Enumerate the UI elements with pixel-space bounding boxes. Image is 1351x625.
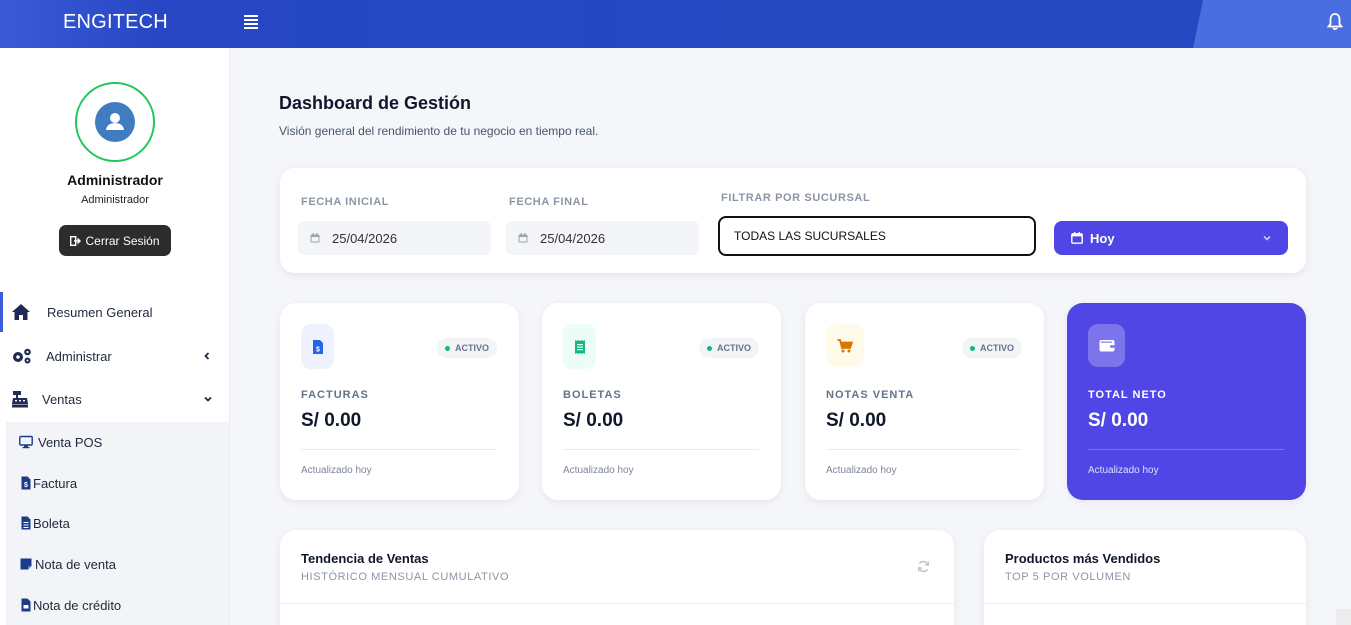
sidebar-item-label: Administrar bbox=[46, 348, 112, 364]
divider bbox=[1088, 449, 1284, 450]
filter-card: FECHA INICIAL 25/04/2026 FECHA FINAL 25/… bbox=[280, 168, 1306, 273]
calendar-icon bbox=[1071, 232, 1083, 244]
sidebar-item-administrar[interactable]: Administrar bbox=[0, 336, 229, 376]
sidebar: Administrador Administrador Cerrar Sesió… bbox=[0, 48, 230, 625]
cogs-icon bbox=[13, 348, 31, 364]
stat-card-boletas: ACTIVO BOLETAS S/ 0.00 Actualizado hoy bbox=[542, 303, 781, 500]
submenu-item-label: Venta POS bbox=[38, 434, 103, 450]
start-date-field[interactable]: 25/04/2026 bbox=[298, 221, 491, 255]
file-icon bbox=[21, 516, 31, 530]
logout-button[interactable]: Cerrar Sesión bbox=[59, 225, 171, 256]
cash-register-icon bbox=[12, 391, 28, 408]
user-role: Administrador bbox=[81, 194, 149, 206]
submenu-item-boleta[interactable]: Boleta bbox=[6, 503, 229, 543]
bell-icon[interactable] bbox=[1327, 13, 1343, 31]
sidebar-item-label: Resumen General bbox=[47, 304, 153, 320]
stat-card-notas-venta: ACTIVO NOTAS VENTA S/ 0.00 Actualizado h… bbox=[805, 303, 1044, 500]
sidebar-item-ventas[interactable]: Ventas bbox=[0, 379, 229, 419]
branch-select[interactable]: TODAS LAS SUCURSALES bbox=[718, 216, 1036, 256]
sidebar-item-resumen-general[interactable]: Resumen General bbox=[0, 292, 229, 332]
page-title: Dashboard de Gestión bbox=[279, 93, 472, 113]
submenu-item-label: Boleta bbox=[33, 515, 70, 531]
status-badge: ACTIVO bbox=[961, 338, 1022, 358]
receipt-icon bbox=[563, 324, 596, 369]
panel-subtitle: HISTÓRICO MENSUAL CUMULATIVO bbox=[301, 571, 510, 583]
status-badge: ACTIVO bbox=[698, 338, 759, 358]
stat-title: TOTAL NETO bbox=[1088, 389, 1167, 401]
stat-footer: Actualizado hoy bbox=[301, 465, 372, 476]
avatar[interactable] bbox=[75, 82, 155, 162]
submenu-item-factura[interactable]: $ Factura bbox=[6, 463, 229, 503]
page-subtitle: Visión general del rendimiento de tu neg… bbox=[279, 124, 599, 138]
end-date-field[interactable]: 25/04/2026 bbox=[506, 221, 699, 255]
invoice-dollar-icon: $ bbox=[301, 324, 334, 369]
stat-card-facturas: $ ACTIVO FACTURAS S/ 0.00 Actualizado ho… bbox=[280, 303, 519, 500]
period-dropdown-button[interactable]: Hoy bbox=[1054, 221, 1288, 255]
start-date-value: 25/04/2026 bbox=[332, 230, 398, 246]
sign-out-icon bbox=[70, 235, 82, 246]
submenu-item-label: Factura bbox=[33, 475, 78, 491]
top-products-panel: Productos más Vendidos TOP 5 POR VOLUMEN bbox=[984, 530, 1306, 625]
panel-title: Productos más Vendidos bbox=[1005, 551, 1161, 566]
svg-text:$: $ bbox=[24, 482, 28, 489]
home-icon bbox=[12, 304, 30, 320]
stat-value: S/ 0.00 bbox=[826, 410, 887, 431]
end-date-label: FECHA FINAL bbox=[509, 196, 589, 208]
status-badge: ACTIVO bbox=[436, 338, 497, 358]
submenu-item-venta-pos[interactable]: Venta POS bbox=[6, 422, 229, 462]
stat-title: NOTAS VENTA bbox=[826, 389, 915, 401]
chevron-down-icon bbox=[1263, 235, 1271, 241]
user-icon bbox=[95, 102, 135, 142]
stat-card-total-neto: TOTAL NETO S/ 0.00 Actualizado hoy bbox=[1067, 303, 1306, 500]
stat-value: S/ 0.00 bbox=[1088, 410, 1149, 431]
stat-footer: Actualizado hoy bbox=[563, 465, 634, 476]
logout-label: Cerrar Sesión bbox=[85, 233, 160, 248]
invoice-icon: $ bbox=[21, 476, 31, 490]
stat-title: FACTURAS bbox=[301, 389, 369, 401]
submenu-item-label: Nota de venta bbox=[35, 556, 116, 572]
divider bbox=[984, 603, 1306, 604]
divider bbox=[280, 603, 954, 604]
cart-icon bbox=[826, 324, 864, 367]
ventas-submenu: Venta POS $ Factura Boleta Nota de venta bbox=[6, 422, 229, 625]
wallet-icon bbox=[1088, 324, 1125, 367]
end-date-value: 25/04/2026 bbox=[540, 230, 606, 246]
desktop-icon bbox=[19, 435, 33, 449]
submenu-item-nota-de-venta[interactable]: Nota de venta bbox=[6, 544, 229, 584]
sticky-note-icon bbox=[20, 558, 32, 570]
refresh-icon[interactable] bbox=[917, 560, 930, 573]
top-navbar: ENGITECH bbox=[0, 0, 1351, 48]
svg-text:$: $ bbox=[316, 346, 320, 353]
panel-title: Tendencia de Ventas bbox=[301, 551, 429, 566]
submenu-item-nota-de-credito[interactable]: Nota de crédito bbox=[6, 585, 229, 625]
stat-footer: Actualizado hoy bbox=[1088, 465, 1159, 476]
branch-filter-label: FILTRAR POR SUCURSAL bbox=[721, 192, 871, 204]
panel-subtitle: TOP 5 POR VOLUMEN bbox=[1005, 571, 1131, 583]
bars-icon[interactable] bbox=[244, 15, 258, 29]
calendar-icon bbox=[310, 233, 320, 243]
divider bbox=[301, 449, 497, 450]
stat-footer: Actualizado hoy bbox=[826, 465, 897, 476]
period-value: Hoy bbox=[1090, 230, 1115, 246]
stat-title: BOLETAS bbox=[563, 389, 622, 401]
sales-trend-panel: Tendencia de Ventas HISTÓRICO MENSUAL CU… bbox=[280, 530, 954, 625]
start-date-label: FECHA INICIAL bbox=[301, 196, 390, 208]
scrollbar-corner[interactable] bbox=[1336, 609, 1351, 625]
file-invoice-icon bbox=[21, 598, 31, 612]
stat-value: S/ 0.00 bbox=[301, 410, 362, 431]
submenu-item-label: Nota de crédito bbox=[33, 597, 122, 613]
stat-value: S/ 0.00 bbox=[563, 410, 624, 431]
calendar-icon bbox=[518, 233, 528, 243]
divider bbox=[826, 449, 1022, 450]
brand-logo[interactable]: ENGITECH bbox=[63, 11, 168, 34]
sidebar-item-label: Ventas bbox=[42, 391, 82, 407]
divider bbox=[563, 449, 759, 450]
user-name: Administrador bbox=[67, 172, 163, 188]
chevron-down-icon bbox=[204, 396, 212, 402]
chevron-left-icon bbox=[204, 352, 210, 360]
